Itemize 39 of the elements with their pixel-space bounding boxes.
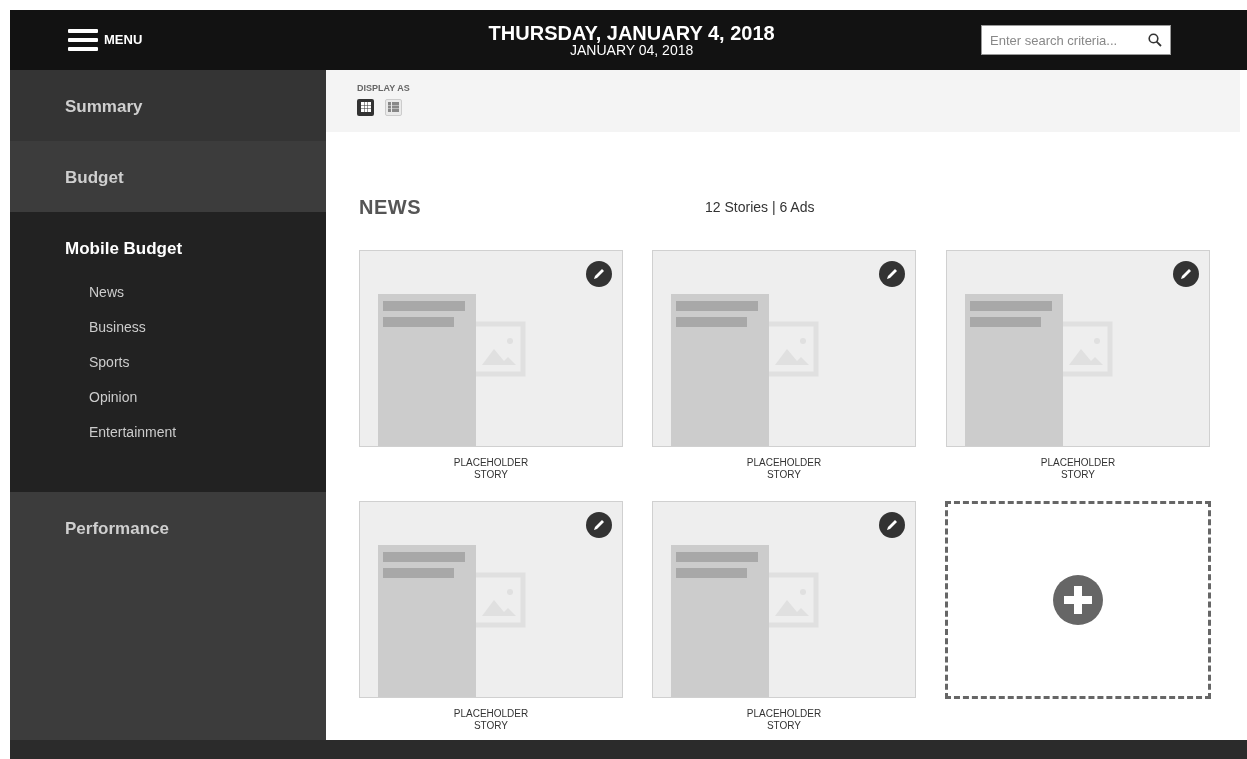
search-field[interactable]: Enter search criteria...	[981, 25, 1171, 55]
section-summary: 12 Stories | 6 Ads	[705, 197, 815, 217]
display-as-label: DISPLAY AS	[357, 82, 411, 95]
page-subtitle: JANUARY 04, 2018	[570, 43, 694, 57]
story-thumbnail[interactable]	[652, 250, 916, 447]
view-toggle[interactable]	[357, 98, 374, 116]
edit-icon[interactable]	[586, 261, 612, 287]
edit-icon[interactable]	[586, 512, 612, 538]
story-caption: PLACEHOLDER STORY	[453, 708, 529, 732]
grid-icon	[360, 102, 371, 112]
page-title: THURSDAY, JANUARY 4, 2018	[488, 23, 775, 43]
sidebar-subitem[interactable]: Sports	[89, 351, 271, 372]
story-caption: PLACEHOLDER STORY	[746, 708, 822, 732]
menu-button[interactable]: MENU	[68, 28, 143, 52]
sidebar-subitem[interactable]: News	[89, 281, 271, 302]
story-thumbnail[interactable]	[652, 501, 916, 698]
list-icon	[388, 102, 399, 112]
story-thumbnail[interactable]	[946, 250, 1210, 447]
story-thumbnail[interactable]	[359, 501, 623, 698]
view-toggle[interactable]	[385, 98, 402, 116]
sidebar-item[interactable]: Mobile Budget	[65, 236, 271, 262]
section-title: NEWS	[359, 195, 422, 220]
edit-icon[interactable]	[1173, 261, 1199, 287]
story-caption: PLACEHOLDER STORY	[1040, 457, 1116, 481]
sidebar-item[interactable]: Performance	[65, 515, 271, 541]
sidebar-subitem[interactable]: Opinion	[89, 386, 271, 407]
sidebar-subitem[interactable]: Entertainment	[89, 421, 271, 442]
story-caption: PLACEHOLDER STORY	[453, 457, 529, 481]
search-icon[interactable]	[1148, 33, 1162, 47]
menu-icon	[68, 28, 98, 52]
plus-icon	[1053, 575, 1103, 625]
sidebar-item[interactable]: Budget	[65, 165, 271, 191]
story-thumbnail[interactable]	[359, 250, 623, 447]
sidebar-subitem[interactable]: Business	[89, 316, 271, 337]
edit-icon[interactable]	[879, 512, 905, 538]
edit-icon[interactable]	[879, 261, 905, 287]
story-caption: PLACEHOLDER STORY	[746, 457, 822, 481]
sidebar-item[interactable]: Summary	[65, 94, 271, 120]
add-story-slot[interactable]	[945, 501, 1211, 699]
